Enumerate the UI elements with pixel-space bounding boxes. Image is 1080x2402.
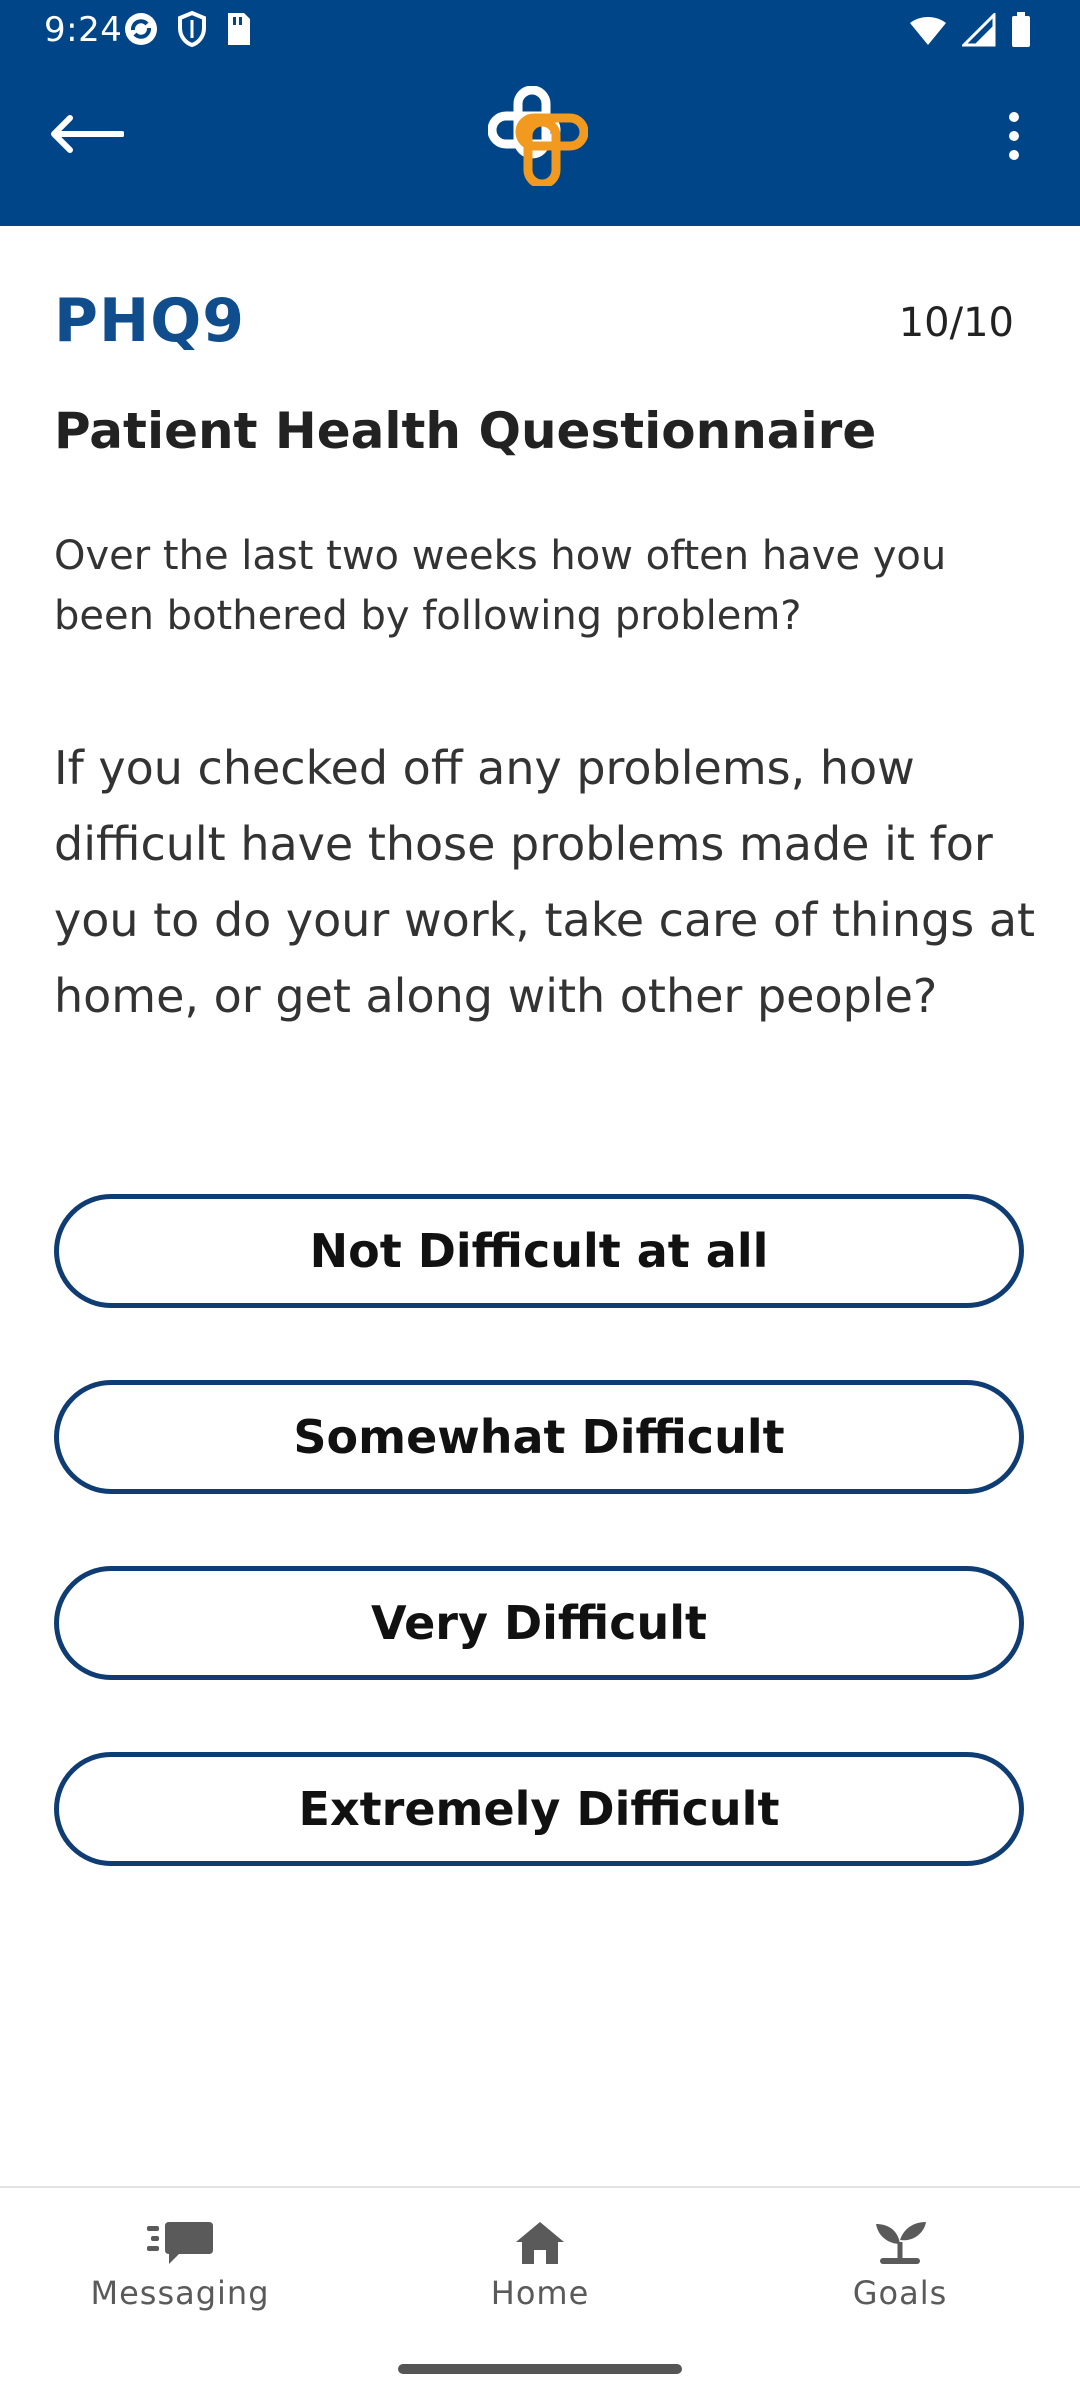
status-bar: 9:24 xyxy=(0,0,1080,62)
nav-item-goals[interactable]: Goals xyxy=(770,2218,1030,2338)
back-button[interactable] xyxy=(44,104,128,164)
wifi-icon xyxy=(908,13,948,56)
cross-logo xyxy=(487,85,589,189)
option-somewhat-difficult-button[interactable]: Somewhat Difficult xyxy=(54,1380,1024,1494)
arrow-left-icon xyxy=(51,115,124,153)
nav-label-goals: Goals xyxy=(852,2274,948,2312)
gesture-home-bar[interactable] xyxy=(398,2364,682,2374)
option-extremely-difficult-button[interactable]: Extremely Difficult xyxy=(54,1752,1024,1866)
status-right-icons xyxy=(908,11,1032,57)
sync-icon xyxy=(122,10,160,57)
goals-sprout-icon xyxy=(876,2222,926,2264)
sim-card-icon xyxy=(224,11,252,56)
home-icon xyxy=(516,2222,564,2264)
intro-text: Over the last two weeks how often have y… xyxy=(54,533,947,639)
messaging-icon xyxy=(147,2222,213,2264)
questionnaire-subtitle: Patient Health Questionnaire xyxy=(54,402,877,460)
status-left-icons xyxy=(122,10,252,57)
battery-icon xyxy=(1010,12,1032,57)
option-very-difficult-button[interactable]: Very Difficult xyxy=(54,1566,1024,1680)
question-text: If you checked off any problems, how dif… xyxy=(54,741,1036,1023)
more-vertical-icon xyxy=(1009,112,1019,160)
question-progress: 10/10 xyxy=(898,300,1014,346)
nav-label-home: Home xyxy=(490,2274,590,2312)
nav-item-home[interactable]: Home xyxy=(410,2218,670,2338)
status-time: 9:24 xyxy=(44,10,123,50)
page-title: PHQ9 xyxy=(54,286,245,356)
shield-icon xyxy=(176,10,208,57)
nav-item-messaging[interactable]: Messaging xyxy=(50,2218,310,2338)
more-options-button[interactable] xyxy=(984,104,1044,168)
nav-label-messaging: Messaging xyxy=(90,2274,270,2312)
signal-icon xyxy=(960,11,996,56)
app-bar: 9:24 xyxy=(0,0,1080,226)
option-not-difficult-button[interactable]: Not Difficult at all xyxy=(54,1194,1024,1308)
